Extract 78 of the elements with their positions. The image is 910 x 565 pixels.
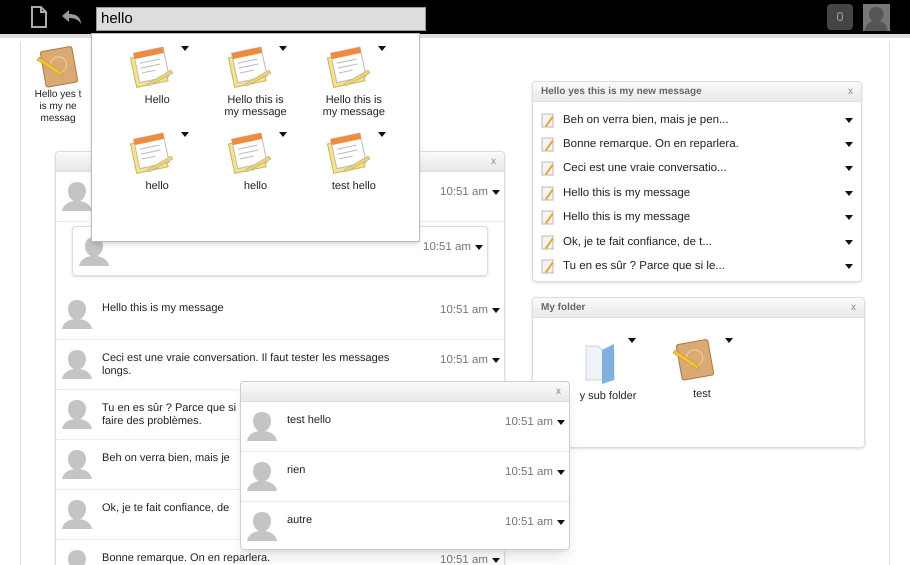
message-time: 10:51 am [505,415,553,430]
caret-icon[interactable] [845,118,853,123]
note-icon [541,112,555,128]
note-icon [541,137,555,152]
message-item[interactable]: Ok, je te fait confiance, de t... [563,234,837,251]
result-label[interactable]: hello [146,180,169,192]
caret-icon[interactable] [492,358,500,364]
avatar-icon [60,398,94,432]
caret-icon[interactable] [557,470,565,476]
caret-icon[interactable] [492,308,500,314]
search-field[interactable]: hello [96,7,426,31]
message-item[interactable]: Tu en es sûr ? Parce que si le... [563,258,837,276]
message-time: 10:51 am [423,240,471,255]
result-label[interactable]: Hello [144,94,170,106]
avatar-icon [245,460,279,494]
caret-icon[interactable] [725,338,733,343]
message-item[interactable]: Ceci est une vraie conversatio... [563,160,837,178]
message-text: autre [287,514,312,526]
message-time: 10:51 am [505,465,553,480]
avatar-icon [60,498,94,532]
avatar-icon [60,348,94,382]
result-label[interactable]: test hello [332,180,376,192]
caret-icon[interactable] [845,215,853,220]
avatar-icon [245,510,279,544]
message-text: Hello this is my message [102,302,224,314]
desktop-icon-label[interactable]: Hello yes t is my ne messag [34,89,82,125]
caret-icon[interactable] [845,166,853,172]
note-icon [541,210,555,226]
caret-icon[interactable] [845,142,853,148]
message-item[interactable]: Bonne remarque. On en reparlera. [563,136,837,154]
notebook-icon [671,338,717,382]
message-item[interactable]: Beh on verra bien, mais je pen... [563,112,837,129]
avatar-icon [245,410,279,444]
message-text: rien [287,464,306,476]
result-label[interactable]: Hello this is my message [322,94,385,118]
caret-icon[interactable] [492,558,500,564]
message-time: 10:51 am [440,185,488,200]
message-time: 10:51 am [505,515,553,530]
caret-icon[interactable] [181,132,190,136]
window-title: My folder [541,301,586,315]
new-document-icon[interactable] [30,6,48,28]
message-item[interactable]: Hello this is my message [563,184,837,202]
result-label[interactable]: Hello this is my message [224,94,287,118]
window-title: Hello yes this is my new message [541,85,702,99]
caret-icon[interactable] [279,46,288,51]
caret-icon[interactable] [628,338,636,343]
note-icon [541,259,555,274]
caret-icon[interactable] [492,190,500,196]
message-text: Bonne remarque. On en reparlera. [102,552,270,564]
note-icon [541,186,555,201]
avatar-icon [60,298,94,332]
caret-icon[interactable] [845,240,853,245]
note-icon [541,234,555,250]
caret-icon[interactable] [557,520,565,526]
folder-item-label[interactable]: test [693,386,711,402]
message-item[interactable]: Hello this is my message [563,209,837,226]
note-icon [541,161,555,176]
message-time: 10:51 am [440,353,488,368]
caret-icon[interactable] [279,132,288,136]
message-text: test hello [287,414,332,426]
message-text: Beh on verra bien, mais je [102,452,230,464]
avatar-icon [60,448,94,482]
notebook-icon [35,45,81,89]
caret-icon[interactable] [475,245,483,250]
undo-icon[interactable] [60,8,84,26]
message-text: Ceci est une vraie conversation. Il faut tester les messages longs. [102,352,390,377]
caret-icon[interactable] [378,46,386,51]
caret-icon[interactable] [181,46,190,51]
message-text: Ok, je te fait confiance, de [102,502,230,514]
caret-icon[interactable] [845,190,853,196]
message-time: 10:51 am [440,553,488,565]
result-label[interactable]: hello [244,180,268,192]
message-time: 10:51 am [440,303,488,318]
folder-item-label[interactable]: y sub folder [580,388,636,404]
caret-icon[interactable] [557,420,565,426]
caret-icon[interactable] [378,132,386,136]
caret-icon[interactable] [845,264,853,270]
message-text: Tu en es sûr ? Parce que si faire des problèmes. [102,402,236,427]
